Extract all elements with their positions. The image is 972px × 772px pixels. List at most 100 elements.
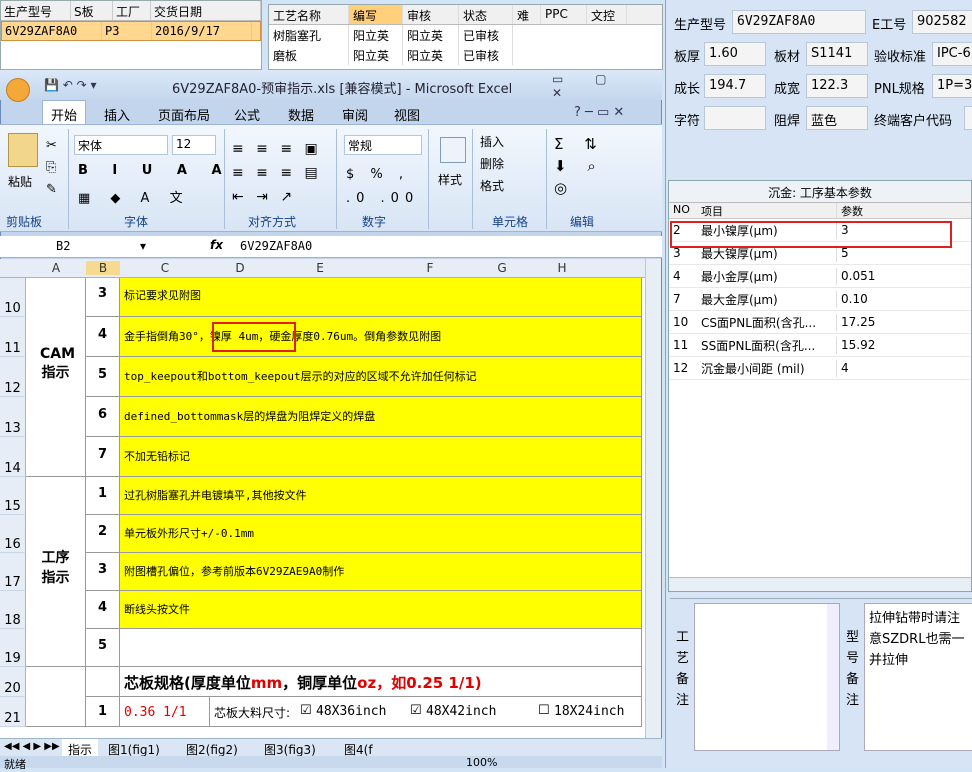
- instruction-cell[interactable]: 断线头按文件: [120, 591, 642, 629]
- craft-note-box[interactable]: [694, 603, 840, 751]
- clipboard-icons[interactable]: ✂ ⎘ ✎: [46, 135, 57, 201]
- col-writer[interactable]: 编写: [349, 5, 403, 24]
- row-number[interactable]: 6: [86, 397, 120, 437]
- col-factory[interactable]: 工厂: [113, 1, 151, 20]
- field-model[interactable]: 6V29ZAF8A0: [732, 10, 866, 34]
- border-fill-icons[interactable]: ▦ ◆ A 文: [78, 187, 191, 206]
- sheet-nav-icons[interactable]: ◀◀ ◀ ▶ ▶▶: [4, 741, 60, 752]
- field-cust[interactable]: [964, 106, 972, 130]
- param-row[interactable]: 4 最小金厚(μm) 0.051: [669, 265, 971, 288]
- row-number[interactable]: 3: [86, 553, 120, 591]
- col-item[interactable]: 项目: [697, 203, 837, 218]
- qat-icons[interactable]: 💾 ↶ ↷ ▾: [44, 78, 97, 92]
- row-header[interactable]: 16: [0, 515, 26, 553]
- paste-button[interactable]: 粘贴: [8, 173, 32, 190]
- field-mat[interactable]: S1141: [806, 42, 868, 66]
- field-mask[interactable]: 蓝色: [806, 106, 868, 130]
- insert-button[interactable]: 插入: [480, 133, 504, 150]
- name-box[interactable]: B2: [56, 239, 70, 253]
- instruction-cell[interactable]: [120, 629, 642, 667]
- col-model[interactable]: 生产型号: [1, 1, 71, 20]
- size-option[interactable]: 48X36inch: [316, 704, 406, 724]
- core-spec-title[interactable]: 芯板规格(厚度单位mm，铜厚单位oz，如0.25 1/1): [120, 667, 642, 697]
- process-row[interactable]: 树脂塞孔 阳立英 阳立英 已审核: [269, 25, 662, 45]
- number-icons[interactable]: $ % , .0 .00: [346, 163, 419, 211]
- row-number[interactable]: 7: [86, 437, 120, 477]
- instruction-cell[interactable]: defined_bottommask层的焊盘为阻焊定义的焊盘: [120, 397, 642, 437]
- row-header[interactable]: 20: [0, 667, 26, 697]
- field-e[interactable]: 902582: [912, 10, 972, 34]
- name-box-dropdown-icon[interactable]: ▾: [140, 239, 146, 253]
- size-option[interactable]: 48X42inch: [426, 704, 516, 724]
- instruction-cell[interactable]: top_keepout和bottom_keepout层示的对应的区域不允许加任何…: [120, 357, 642, 397]
- edit-icons[interactable]: Σ ⇅ ⬇ ⌕ ◎: [554, 133, 605, 199]
- row-number[interactable]: 5: [86, 357, 120, 397]
- fx-icon[interactable]: fx: [210, 238, 223, 252]
- scrollbar[interactable]: [827, 604, 839, 750]
- row-number[interactable]: 3: [86, 278, 120, 317]
- instruction-cell[interactable]: 标记要求见附图: [120, 278, 642, 317]
- office-button-icon[interactable]: [6, 78, 30, 102]
- param-row[interactable]: 7 最大金厚(μm) 0.10: [669, 288, 971, 311]
- tab-insert[interactable]: 插入: [104, 105, 130, 124]
- instruction-cell[interactable]: 单元板外形尺寸+/-0.1mm: [120, 515, 642, 553]
- col-process[interactable]: 工艺名称: [269, 5, 349, 24]
- core-row-number[interactable]: 1: [86, 697, 120, 727]
- instruction-cell[interactable]: 金手指倒角30°，镍厚 4um，硬金厚度0.76um。倒角参数见附图: [120, 317, 642, 357]
- checkbox-icon[interactable]: ☐: [538, 703, 552, 718]
- field-char[interactable]: [704, 106, 766, 130]
- font-size-select[interactable]: 12: [172, 135, 216, 155]
- field-pnl[interactable]: 1P=3: [932, 74, 972, 98]
- col-a[interactable]: A: [26, 261, 86, 275]
- instruction-cell[interactable]: 过孔树脂塞孔并电镀填平,其他按文件: [120, 477, 642, 515]
- delete-button[interactable]: 删除: [480, 155, 504, 172]
- row-number[interactable]: 1: [86, 477, 120, 515]
- align-icons[interactable]: ≡ ≡ ≡ ▣ ≡ ≡ ≡ ▤ ⇤ ⇥ ↗: [232, 137, 322, 209]
- blank-cell[interactable]: [26, 667, 86, 727]
- row-header[interactable]: 21: [0, 697, 26, 727]
- h-scrollbar[interactable]: [669, 577, 971, 591]
- row-number[interactable]: 4: [86, 591, 120, 629]
- tab-home[interactable]: 开始: [42, 100, 87, 124]
- row-header[interactable]: 11: [0, 317, 26, 357]
- formula-input[interactable]: 6V29ZAF8A0: [240, 239, 312, 253]
- order-row[interactable]: 6V29ZAF8A0 P3 2016/9/17: [1, 21, 261, 41]
- col-status[interactable]: 状态: [459, 5, 513, 24]
- paste-icon[interactable]: [8, 133, 38, 167]
- vertical-scrollbar[interactable]: [645, 259, 661, 739]
- param-row[interactable]: 10 CS面PNL面积(含孔... 17.25: [669, 311, 971, 334]
- row-header[interactable]: 14: [0, 437, 26, 477]
- col-s[interactable]: S板: [71, 1, 113, 20]
- tab-layout[interactable]: 页面布局: [158, 105, 210, 124]
- col-param[interactable]: 参数: [837, 203, 863, 218]
- format-icons[interactable]: B I U A A: [78, 163, 232, 178]
- col-g[interactable]: G: [490, 261, 514, 275]
- col-doc[interactable]: 文控: [587, 5, 627, 24]
- field-std[interactable]: IPC-6: [932, 42, 972, 66]
- process-row[interactable]: 磨板 阳立英 阳立英 已审核: [269, 45, 662, 65]
- col-no[interactable]: NO: [669, 203, 697, 218]
- row-header[interactable]: 17: [0, 553, 26, 591]
- row-number[interactable]: 5: [86, 629, 120, 667]
- col-date[interactable]: 交货日期: [151, 1, 261, 20]
- col-diff[interactable]: 难: [513, 5, 541, 24]
- col-f[interactable]: F: [370, 261, 490, 275]
- core-thickness[interactable]: 0.36 1/1: [120, 697, 210, 727]
- param-row[interactable]: 12 沉金最小间距 (mil) 4: [669, 357, 971, 380]
- row-number[interactable]: 4: [86, 317, 120, 357]
- row-header[interactable]: 13: [0, 397, 26, 437]
- tab-formula[interactable]: 公式: [234, 105, 260, 124]
- col-review[interactable]: 审核: [403, 5, 459, 24]
- instruction-cell[interactable]: 不加无铅标记: [120, 437, 642, 477]
- zoom-level[interactable]: 100%: [466, 756, 497, 769]
- checkbox-icon[interactable]: ☑: [300, 703, 314, 718]
- tab-view[interactable]: 视图: [394, 105, 420, 124]
- style-button[interactable]: 样式: [438, 171, 462, 188]
- size-option[interactable]: 18X24inch: [554, 704, 644, 724]
- col-b[interactable]: B: [86, 261, 120, 275]
- param-row[interactable]: 11 SS面PNL面积(含孔... 15.92: [669, 334, 971, 357]
- row-header[interactable]: 18: [0, 591, 26, 629]
- blank-cell[interactable]: [86, 667, 120, 697]
- style-icon[interactable]: [440, 137, 466, 163]
- row-header[interactable]: 12: [0, 357, 26, 397]
